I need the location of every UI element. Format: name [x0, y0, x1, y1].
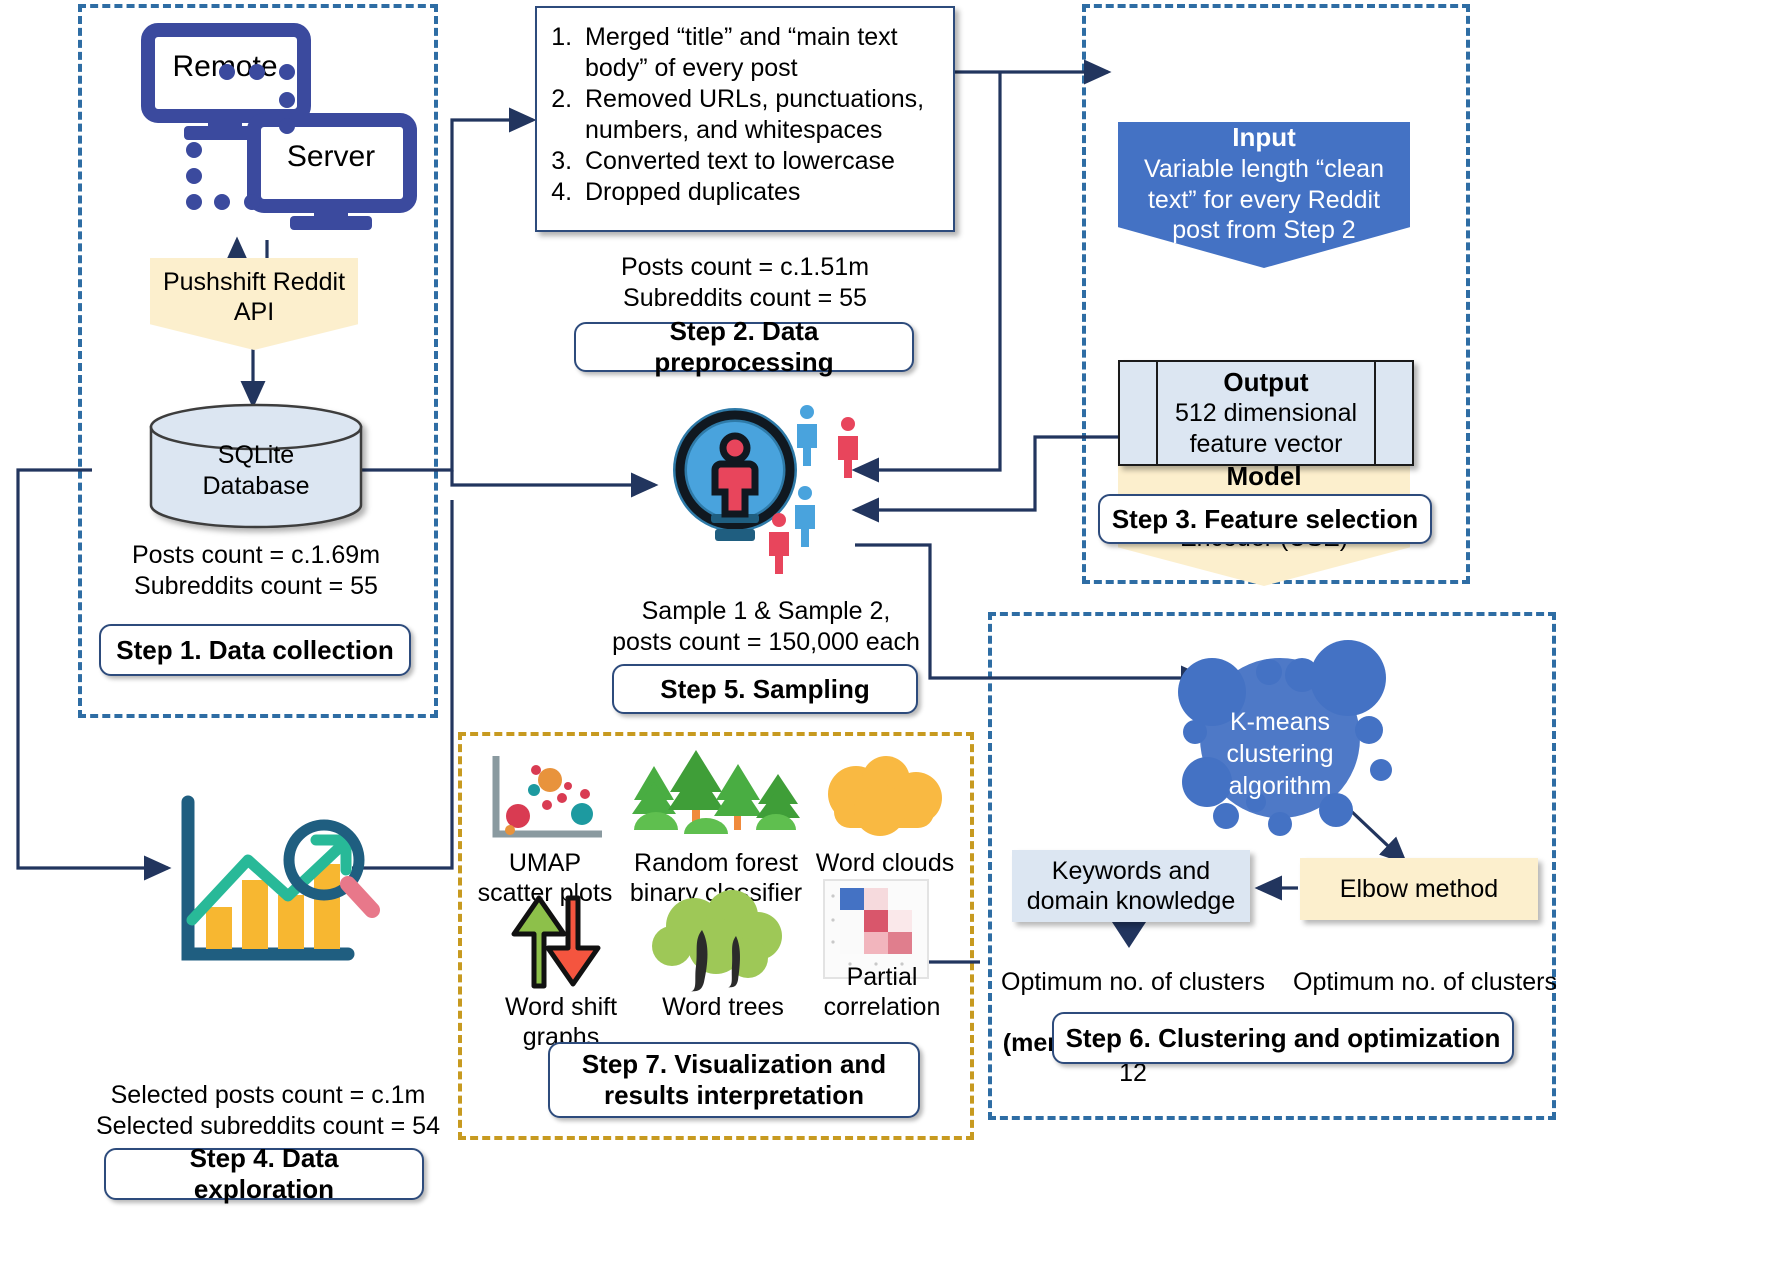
network-dots-icon: [186, 64, 295, 210]
step7-caption-4: Word trees: [662, 993, 784, 1021]
step3-output-shape: Output 512 dimensional feature vector: [1118, 360, 1414, 466]
svg-text:clustering: clustering: [1227, 740, 1334, 768]
kmeans-cluster-icon: K-means clustering algorithm: [1178, 640, 1392, 836]
data-exploration-chart-icon: [181, 795, 380, 961]
pushshift-api-label: Pushshift Reddit API: [162, 267, 346, 327]
sampling-magnifier-person-icon: [673, 405, 858, 574]
word-shift-arrows-icon: [511, 895, 601, 989]
step3-label[interactable]: Step 3. Feature selection: [1098, 494, 1432, 544]
output-right-band: [1374, 362, 1412, 464]
elbow-method-box: Elbow method: [1300, 858, 1538, 920]
step2-stats: Posts count = c.1.51m Subreddits count =…: [620, 253, 870, 312]
list-item: Converted text to lowercase: [579, 146, 937, 177]
step3-input-title: Input: [1232, 122, 1296, 153]
step2-operations-list: Merged “title” and “main text body” of e…: [539, 22, 937, 208]
step7-caption-2: Word clouds: [815, 849, 955, 877]
list-item: Removed URLs, punctuations, numbers, and…: [579, 84, 937, 146]
step4-label[interactable]: Step 4. Data exploration: [104, 1143, 424, 1204]
step7-label[interactable]: Step 7. Visualization and results interp…: [548, 1042, 920, 1118]
optimum-identified-line1: Optimum no. of clusters: [1293, 967, 1557, 996]
keywords-domain-box: Keywords and domain knowledge: [1012, 850, 1250, 922]
list-item: Dropped duplicates: [579, 177, 937, 208]
step2-operations-panel: Merged “title” and “main text body” of e…: [535, 6, 955, 232]
step3-output-text: 512 dimensional feature vector: [1174, 399, 1358, 458]
svg-text:algorithm: algorithm: [1229, 772, 1332, 800]
step1-label[interactable]: Step 1. Data collection: [99, 624, 411, 676]
output-left-band: [1120, 362, 1158, 464]
step3-output-title: Output: [1223, 366, 1309, 397]
random-forest-trees-icon: [632, 750, 800, 834]
keywords-domain-label: Keywords and domain knowledge: [1026, 856, 1236, 916]
list-item: Merged “title” and “main text body” of e…: [579, 22, 937, 84]
step5-label[interactable]: Step 5. Sampling: [612, 664, 918, 714]
step7-caption-5: Partial correlation: [823, 963, 941, 1021]
word-tree-icon: [652, 890, 782, 992]
word-cloud-icon: [828, 756, 942, 836]
umap-scatter-plot-icon: [492, 756, 602, 838]
step1-stats: Posts count = c.1.69m Subreddits count =…: [131, 541, 381, 600]
step6-label[interactable]: Step 6. Clustering and optimization: [1052, 1012, 1514, 1064]
elbow-method-label: Elbow method: [1339, 874, 1499, 903]
step5-stats: Sample 1 & Sample 2, posts count = 150,0…: [612, 597, 920, 656]
step2-label[interactable]: Step 2. Data preprocessing: [574, 316, 914, 377]
svg-text:K-means: K-means: [1230, 708, 1330, 736]
workflow-diagram: Remote Server Pushshift Reddit API SQLit…: [0, 0, 1770, 1276]
step4-stats: Selected posts count = c.1m Selected sub…: [96, 1081, 440, 1140]
optimum-merged-line1: Optimum no. of clusters: [1001, 967, 1265, 996]
sqlite-database-label: SQLite Database: [202, 441, 310, 500]
